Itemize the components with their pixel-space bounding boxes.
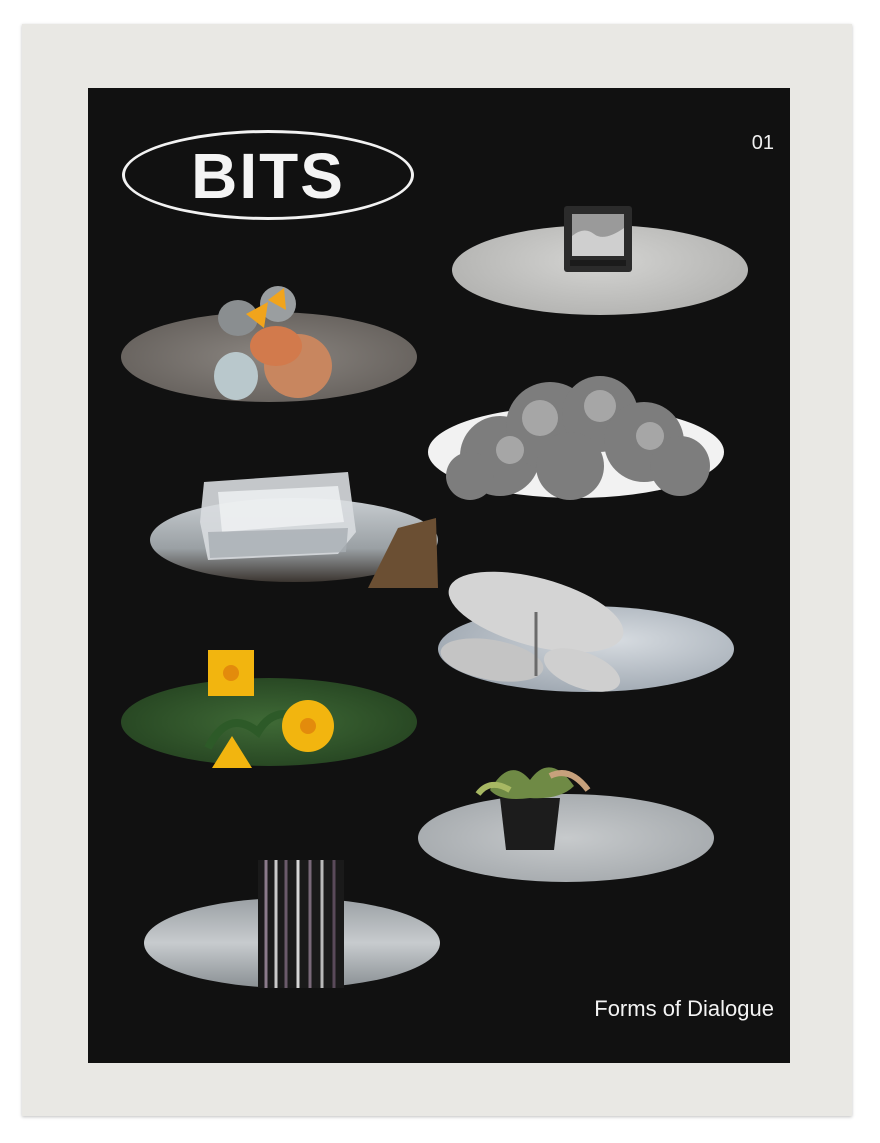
cloud-icon [446, 376, 710, 500]
ice-block-icon [200, 472, 356, 560]
bits-logo: BITS [122, 130, 414, 220]
rock-icon [368, 518, 438, 588]
potted-plant-icon [475, 767, 591, 850]
glitch-screen-icon [258, 860, 344, 988]
issue-number: 01 [751, 132, 774, 154]
magazine-cover: BITS 01 Forms of Dialogue [88, 88, 790, 1063]
magazine-paper: BITS 01 Forms of Dialogue [22, 24, 852, 1116]
logo-text: BITS [191, 140, 345, 212]
cover-subtitle: Forms of Dialogue [594, 996, 774, 1021]
baby-birds-icon [214, 286, 332, 400]
satellite-dish-icon [440, 571, 624, 692]
flowers-icon [204, 650, 334, 768]
television-icon [564, 206, 632, 272]
